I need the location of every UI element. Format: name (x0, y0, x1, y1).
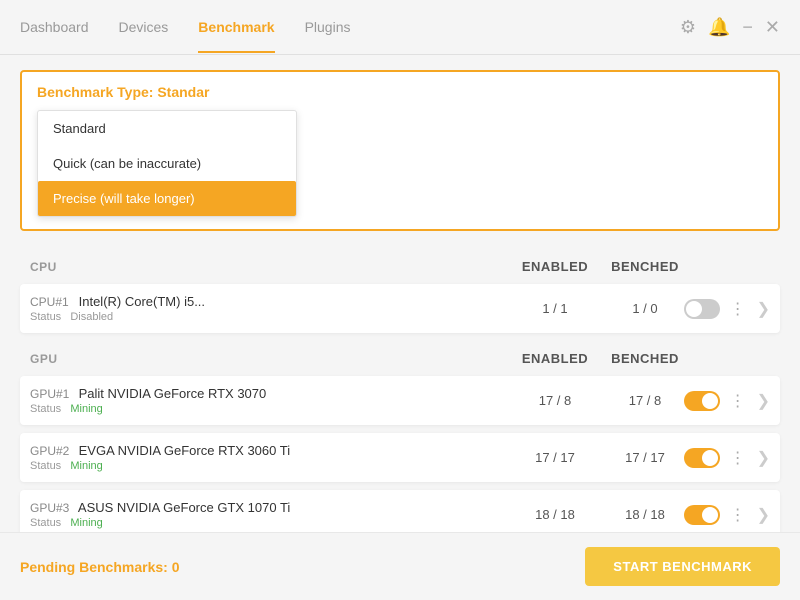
benchmark-dropdown[interactable]: Standard Quick (can be inaccurate) Preci… (37, 110, 297, 217)
gpu2-actions: ⋮ ❯ (690, 446, 770, 470)
cpu1-benched: 1 / 0 (600, 301, 690, 316)
gpu2-device-info: GPU#2 EVGA NVIDIA GeForce RTX 3060 Ti St… (30, 443, 510, 472)
gpu-header-label: GPU (30, 352, 510, 366)
gpu3-actions: ⋮ ❯ (690, 503, 770, 527)
benchmark-type-value[interactable]: Standar (157, 84, 209, 100)
cpu-section: CPU ENABLED BENCHED CPU#1 Intel(R) Core(… (20, 251, 780, 333)
benchmark-type-section: Benchmark Type: Standar Standard Quick (… (20, 70, 780, 231)
bell-icon[interactable]: 🔔 (708, 17, 730, 38)
tab-devices[interactable]: Devices (119, 1, 169, 53)
gpu3-status-value: Mining (70, 517, 102, 529)
gpu3-device-info: GPU#3 ASUS NVIDIA GeForce GTX 1070 Ti St… (30, 500, 510, 529)
table-row: CPU#1 Intel(R) Core(TM) i5... Status Dis… (20, 284, 780, 333)
gpu2-benched: 17 / 17 (600, 450, 690, 465)
gpu3-chevron-icon[interactable]: ❯ (757, 505, 770, 525)
cpu1-actions: ⋮ ❯ (690, 297, 770, 321)
gpu2-enabled: 17 / 17 (510, 450, 600, 465)
gear-icon[interactable]: ⚙ (680, 17, 696, 38)
nav-tabs: Dashboard Devices Benchmark Plugins (20, 1, 680, 53)
gpu1-status-label: Status (30, 403, 61, 415)
cpu-section-header: CPU ENABLED BENCHED (20, 251, 780, 282)
gpu1-device-info: GPU#1 Palit NVIDIA GeForce RTX 3070 Stat… (30, 386, 510, 415)
main-content: Benchmark Type: Standar Standard Quick (… (0, 55, 800, 532)
cpu-benched-header: BENCHED (600, 259, 690, 274)
gpu1-menu-icon[interactable]: ⋮ (726, 389, 751, 413)
option-precise[interactable]: Precise (will take longer) (38, 181, 296, 216)
gpu3-status-label: Status (30, 517, 61, 529)
cpu-device-info: CPU#1 Intel(R) Core(TM) i5... Status Dis… (30, 294, 510, 323)
main-window: Dashboard Devices Benchmark Plugins ⚙ 🔔 … (0, 0, 800, 600)
start-benchmark-button[interactable]: START BENCHMARK (585, 547, 780, 586)
cpu1-id: CPU#1 (30, 295, 75, 309)
gpu2-id: GPU#2 (30, 444, 75, 458)
table-row: GPU#3 ASUS NVIDIA GeForce GTX 1070 Ti St… (20, 490, 780, 532)
benchmark-type-text: Benchmark Type: (37, 84, 153, 100)
table-row: GPU#2 EVGA NVIDIA GeForce RTX 3060 Ti St… (20, 433, 780, 482)
cpu1-status-value: Disabled (70, 311, 113, 323)
option-standard[interactable]: Standard (38, 111, 296, 146)
cpu1-toggle[interactable] (684, 299, 720, 319)
option-quick[interactable]: Quick (can be inaccurate) (38, 146, 296, 181)
cpu-header-label: CPU (30, 260, 510, 274)
gpu1-enabled: 17 / 8 (510, 393, 600, 408)
gpu-benched-header: BENCHED (600, 351, 690, 366)
tab-benchmark[interactable]: Benchmark (198, 1, 274, 53)
cpu-enabled-header: ENABLED (510, 259, 600, 274)
gpu-enabled-header: ENABLED (510, 351, 600, 366)
gpu1-actions: ⋮ ❯ (690, 389, 770, 413)
gpu2-name: EVGA NVIDIA GeForce RTX 3060 Ti (79, 443, 290, 458)
close-icon[interactable]: ✕ (765, 17, 780, 38)
table-row: GPU#1 Palit NVIDIA GeForce RTX 3070 Stat… (20, 376, 780, 425)
benchmark-type-label: Benchmark Type: Standar (37, 84, 763, 100)
gpu2-toggle-knob (702, 450, 718, 466)
tab-plugins[interactable]: Plugins (305, 1, 351, 53)
gpu1-benched: 17 / 8 (600, 393, 690, 408)
gpu2-status-label: Status (30, 460, 61, 472)
gpu1-name: Palit NVIDIA GeForce RTX 3070 (79, 386, 267, 401)
gpu2-status-value: Mining (70, 460, 102, 472)
gpu3-benched: 18 / 18 (600, 507, 690, 522)
gpu1-toggle-knob (702, 393, 718, 409)
cpu1-chevron-icon[interactable]: ❯ (757, 299, 770, 319)
minimize-icon[interactable]: − (742, 17, 753, 38)
nav-actions: ⚙ 🔔 − ✕ (680, 17, 780, 38)
cpu1-name: Intel(R) Core(TM) i5... (79, 294, 205, 309)
gpu1-toggle[interactable] (684, 391, 720, 411)
gpu1-status-value: Mining (70, 403, 102, 415)
gpu1-id: GPU#1 (30, 387, 75, 401)
gpu1-chevron-icon[interactable]: ❯ (757, 391, 770, 411)
gpu2-chevron-icon[interactable]: ❯ (757, 448, 770, 468)
tab-dashboard[interactable]: Dashboard (20, 1, 89, 53)
gpu3-name: ASUS NVIDIA GeForce GTX 1070 Ti (78, 500, 290, 515)
gpu3-toggle[interactable] (684, 505, 720, 525)
pending-benchmarks: Pending Benchmarks: 0 (20, 559, 180, 575)
cpu1-enabled: 1 / 1 (510, 301, 600, 316)
nav-bar: Dashboard Devices Benchmark Plugins ⚙ 🔔 … (0, 0, 800, 55)
gpu3-toggle-knob (702, 507, 718, 523)
gpu3-enabled: 18 / 18 (510, 507, 600, 522)
cpu1-toggle-knob (686, 301, 702, 317)
gpu-section-header: GPU ENABLED BENCHED (20, 343, 780, 374)
gpu2-toggle[interactable] (684, 448, 720, 468)
gpu3-id: GPU#3 (30, 501, 75, 515)
cpu1-menu-icon[interactable]: ⋮ (726, 297, 751, 321)
cpu1-status-label: Status (30, 311, 61, 323)
gpu2-menu-icon[interactable]: ⋮ (726, 446, 751, 470)
gpu-section: GPU ENABLED BENCHED GPU#1 Palit NVIDIA G… (20, 343, 780, 532)
gpu3-menu-icon[interactable]: ⋮ (726, 503, 751, 527)
footer: Pending Benchmarks: 0 START BENCHMARK (0, 532, 800, 600)
